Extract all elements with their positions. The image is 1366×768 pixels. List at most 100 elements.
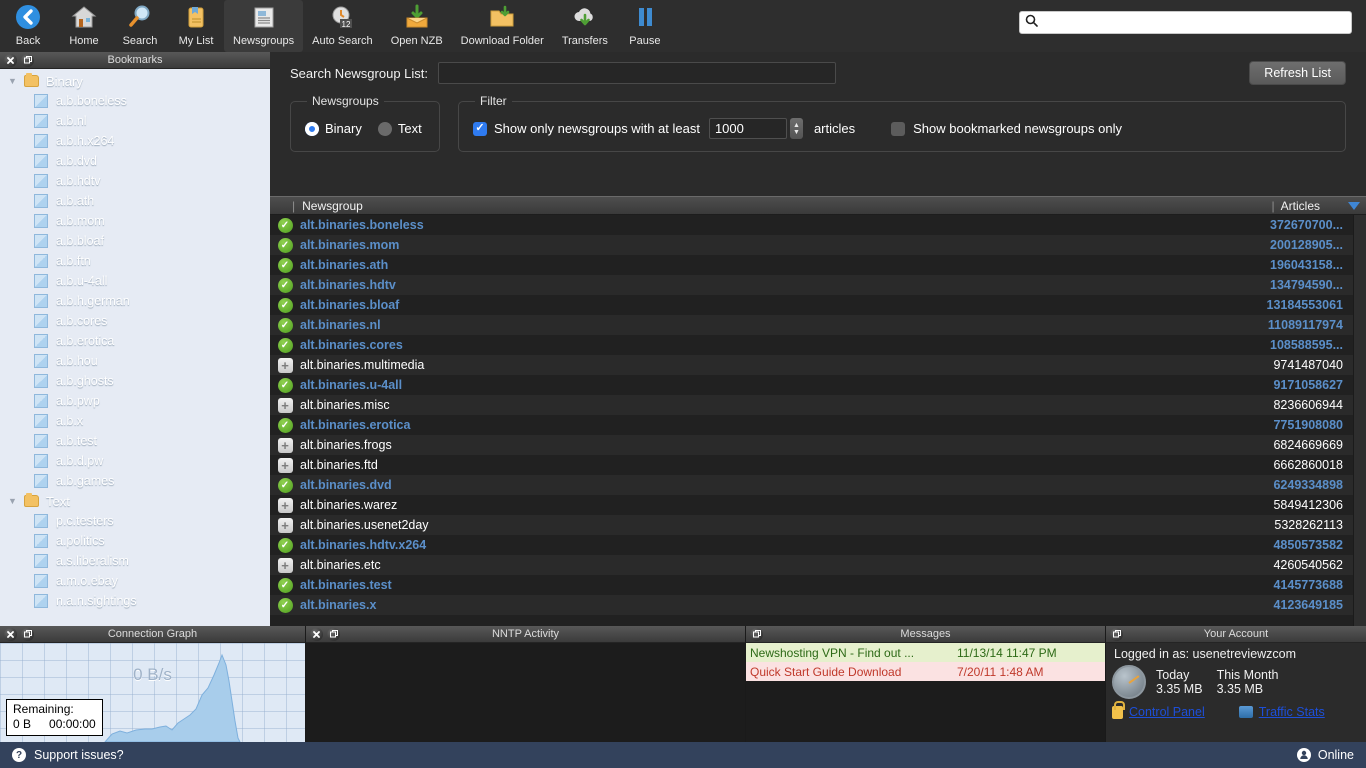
bookmark-item[interactable]: a.b.ftn (0, 251, 270, 271)
add-bookmark-icon[interactable]: + (277, 457, 293, 473)
table-vertical-scrollbar[interactable] (1353, 215, 1366, 626)
bookmark-item[interactable]: a.b.hou (0, 351, 270, 371)
table-header-articles[interactable]: | Articles (1262, 199, 1366, 213)
table-header-newsgroup[interactable]: | Newsgroup (270, 199, 1262, 213)
bookmark-item[interactable]: a.b.d.pw (0, 451, 270, 471)
restore-window-icon[interactable] (1110, 627, 1123, 641)
bookmark-item[interactable]: n.a.n.sightings (0, 591, 270, 611)
bookmark-checkbox-icon[interactable] (34, 374, 48, 388)
bookmark-folder-binary[interactable]: ▼ Binary (0, 71, 270, 91)
bookmarked-check-icon[interactable]: ✓ (277, 217, 293, 233)
bookmark-checkbox-icon[interactable] (34, 194, 48, 208)
bookmark-checkbox-icon[interactable] (34, 414, 48, 428)
restore-window-icon[interactable] (750, 627, 763, 641)
global-search-box[interactable] (1019, 11, 1352, 34)
bookmark-item[interactable]: a.b.hdtv (0, 171, 270, 191)
toolbar-button-open-nzb[interactable]: Open NZB (382, 0, 452, 52)
bookmark-checkbox-icon[interactable] (34, 214, 48, 228)
bookmark-checkbox-icon[interactable] (34, 394, 48, 408)
toolbar-button-home[interactable]: Home (56, 0, 112, 52)
bookmark-item[interactable]: a.b.cores (0, 311, 270, 331)
bookmark-item[interactable]: a.b.bloaf (0, 231, 270, 251)
table-row[interactable]: + alt.binaries.misc 8236606944 (270, 395, 1366, 415)
bookmark-checkbox-icon[interactable] (34, 174, 48, 188)
bookmarked-check-icon[interactable]: ✓ (277, 377, 293, 393)
bookmark-checkbox-icon[interactable] (34, 314, 48, 328)
bookmark-item[interactable]: a.m.o.ebay (0, 571, 270, 591)
add-bookmark-icon[interactable]: + (277, 517, 293, 533)
restore-window-icon[interactable] (21, 53, 34, 67)
newsgroup-search-input[interactable] (439, 63, 836, 83)
bookmarked-check-icon[interactable]: ✓ (277, 417, 293, 433)
bookmark-item[interactable]: a.b.mom (0, 211, 270, 231)
add-bookmark-icon[interactable]: + (277, 437, 293, 453)
table-row[interactable]: ✓ alt.binaries.cores 108588595... (270, 335, 1366, 355)
table-row[interactable]: + alt.binaries.frogs 6824669669 (270, 435, 1366, 455)
table-row[interactable]: ✓ alt.binaries.test 4145773688 (270, 575, 1366, 595)
toolbar-button-auto-search[interactable]: 12 Auto Search (303, 0, 382, 52)
bookmark-item[interactable]: a.b.h.german (0, 291, 270, 311)
bookmarked-check-icon[interactable]: ✓ (277, 297, 293, 313)
message-row[interactable]: Quick Start Guide Download 7/20/11 1:48 A… (746, 662, 1105, 681)
traffic-stats-link[interactable]: Traffic Stats (1259, 705, 1325, 719)
bookmark-item[interactable]: a.s.liberalism (0, 551, 270, 571)
table-row[interactable]: ✓ alt.binaries.x 4123649185 (270, 595, 1366, 615)
bookmark-checkbox-icon[interactable] (34, 134, 48, 148)
bookmark-checkbox-icon[interactable] (34, 354, 48, 368)
bookmark-checkbox-icon[interactable] (34, 154, 48, 168)
bookmarked-check-icon[interactable]: ✓ (277, 337, 293, 353)
disclosure-triangle-icon[interactable]: ▼ (8, 496, 24, 506)
bookmark-item[interactable]: a.b.boneless (0, 91, 270, 111)
add-bookmark-icon[interactable]: + (277, 357, 293, 373)
toolbar-button-newsgroups[interactable]: Newsgroups (224, 0, 304, 52)
restore-window-icon[interactable] (21, 627, 34, 641)
bookmark-checkbox-icon[interactable] (34, 114, 48, 128)
table-row[interactable]: ✓ alt.binaries.mom 200128905... (270, 235, 1366, 255)
bookmark-folder-text[interactable]: ▼ Text (0, 491, 270, 511)
table-row[interactable]: ✓ alt.binaries.boneless 372670700... (270, 215, 1366, 235)
table-row[interactable]: ✓ alt.binaries.nl 11089117974 (270, 315, 1366, 335)
bookmark-checkbox-icon[interactable] (34, 474, 48, 488)
bookmarked-check-icon[interactable]: ✓ (277, 257, 293, 273)
radio-binary[interactable]: Binary (305, 121, 362, 136)
table-row[interactable]: ✓ alt.binaries.erotica 7751908080 (270, 415, 1366, 435)
add-bookmark-icon[interactable]: + (277, 497, 293, 513)
close-icon[interactable] (4, 627, 17, 641)
messages-list[interactable]: Newshosting VPN - Find out ... 11/13/14 1… (746, 643, 1105, 742)
bookmarked-check-icon[interactable]: ✓ (277, 577, 293, 593)
control-panel-link[interactable]: Control Panel (1129, 705, 1205, 719)
bookmark-checkbox-icon[interactable] (34, 234, 48, 248)
sort-descending-icon[interactable] (1348, 199, 1360, 213)
bookmarked-only-checkbox[interactable] (891, 121, 906, 136)
table-row[interactable]: ✓ alt.binaries.u-4all 9171058627 (270, 375, 1366, 395)
bookmark-item[interactable]: a.b.dvd (0, 151, 270, 171)
help-icon[interactable]: ? (12, 748, 26, 762)
bookmark-item[interactable]: a.b.pwp (0, 391, 270, 411)
bookmark-checkbox-icon[interactable] (34, 554, 48, 568)
bookmark-item[interactable]: a.b.test (0, 431, 270, 451)
bookmark-item[interactable]: a.b.nl (0, 111, 270, 131)
bookmarked-check-icon[interactable]: ✓ (277, 237, 293, 253)
message-row[interactable]: Newshosting VPN - Find out ... 11/13/14 1… (746, 643, 1105, 662)
min-articles-stepper[interactable]: ▲ ▼ (789, 118, 803, 139)
table-body[interactable]: ✓ alt.binaries.boneless 372670700... ✓ alt.b… (270, 215, 1366, 615)
bookmark-checkbox-icon[interactable] (34, 334, 48, 348)
bookmarked-check-icon[interactable]: ✓ (277, 477, 293, 493)
radio-text[interactable]: Text (377, 121, 422, 136)
toolbar-button-my-list[interactable]: My List (168, 0, 224, 52)
bookmarked-check-icon[interactable]: ✓ (277, 317, 293, 333)
close-icon[interactable] (310, 627, 323, 641)
bookmark-item[interactable]: a.b.ghosts (0, 371, 270, 391)
table-row[interactable]: + alt.binaries.warez 5849412306 (270, 495, 1366, 515)
bookmark-checkbox-icon[interactable] (34, 574, 48, 588)
toolbar-button-transfers[interactable]: Transfers (553, 0, 617, 52)
bookmark-checkbox-icon[interactable] (34, 514, 48, 528)
table-row[interactable]: ✓ alt.binaries.hdtv.x264 4850573582 (270, 535, 1366, 555)
table-row[interactable]: + alt.binaries.ftd 6662860018 (270, 455, 1366, 475)
bookmarked-check-icon[interactable]: ✓ (277, 277, 293, 293)
bookmark-checkbox-icon[interactable] (34, 454, 48, 468)
min-articles-input[interactable] (708, 118, 787, 139)
table-row[interactable]: + alt.binaries.usenet2day 5328262113 (270, 515, 1366, 535)
bookmark-checkbox-icon[interactable] (34, 94, 48, 108)
bookmark-item[interactable]: a.politics (0, 531, 270, 551)
